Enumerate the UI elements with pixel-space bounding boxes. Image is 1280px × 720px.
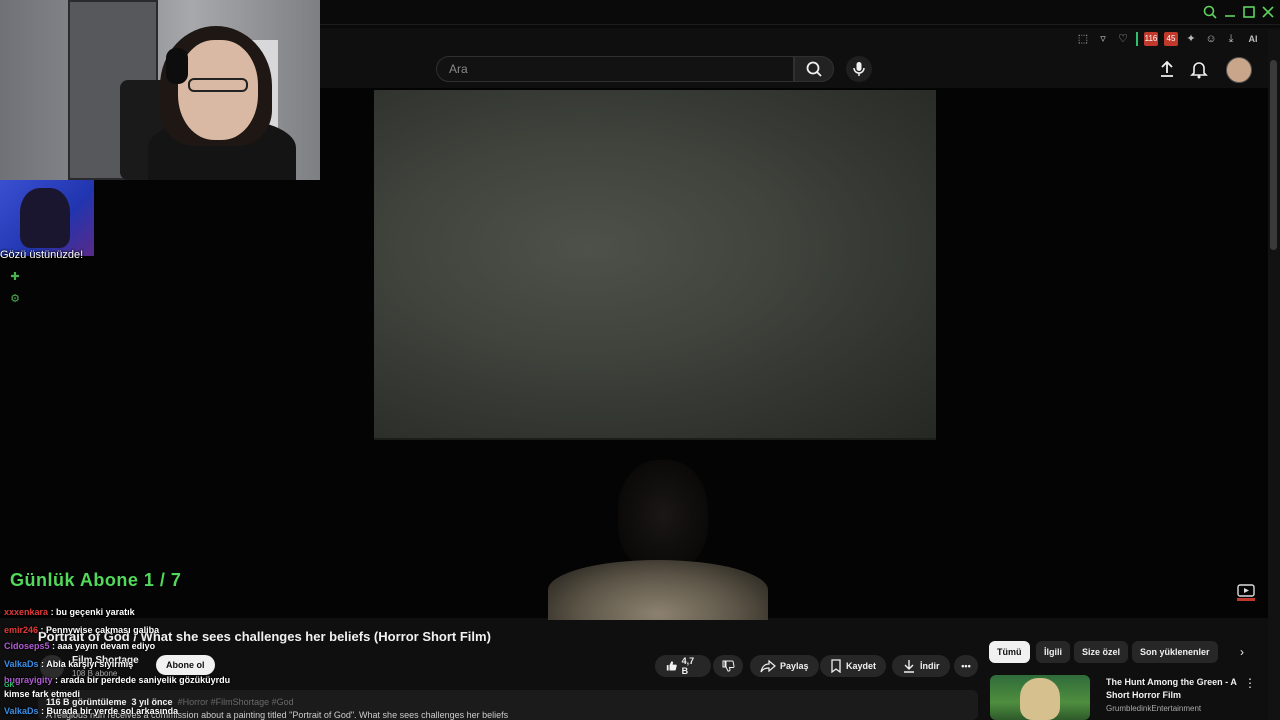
- scrollbar-thumb[interactable]: [1270, 60, 1277, 250]
- chat-message: emir246 : Pennywise çakması galiba: [4, 625, 160, 635]
- chat-message: ValkaDs : Abla karşıyı sıyırmış: [4, 659, 134, 669]
- chat-message: Cidoseps5 : aaa yayın devam ediyo: [4, 641, 156, 651]
- avatar-caption: Gözü üstünüzde!: [0, 249, 84, 261]
- maximize-icon[interactable]: [1241, 4, 1257, 20]
- chat-message: xxxenkara : bu geçenki yaratık: [4, 607, 135, 617]
- extension-divider: [1136, 32, 1138, 46]
- chat-message: GK: [4, 682, 15, 689]
- share-icon: [760, 659, 776, 673]
- chip-all[interactable]: Tümü: [989, 641, 1030, 663]
- download-icon[interactable]: ⤓: [1224, 32, 1238, 46]
- ai-extension-icon[interactable]: AI: [1244, 32, 1262, 46]
- webcam-headphones: [166, 48, 188, 84]
- more-horizontal-icon: •••: [961, 661, 971, 671]
- recommendation-title[interactable]: The Hunt Among the Green - A Short Horro…: [1106, 676, 1238, 702]
- puzzle-icon[interactable]: ✚: [8, 270, 22, 284]
- subscribe-button[interactable]: Abone ol: [156, 655, 215, 675]
- profile-icon[interactable]: ☺: [1204, 32, 1218, 46]
- recommendation-thumbnail-character: [1020, 678, 1060, 720]
- like-button[interactable]: 4,7 B: [655, 655, 711, 677]
- notifications-button[interactable]: [1188, 58, 1210, 80]
- upload-icon: [1161, 60, 1173, 77]
- bell-icon: [1190, 62, 1208, 79]
- badge-extension-2-icon[interactable]: 45: [1164, 32, 1178, 46]
- download-icon: [904, 660, 914, 673]
- channel-watermark-icon[interactable]: [1236, 582, 1256, 602]
- webcam-person-glasses: [188, 78, 248, 92]
- bookmark-icon: [831, 659, 841, 673]
- thumbs-up-icon: [666, 661, 677, 671]
- recommendation-channel[interactable]: GrumbledinkEntertainment: [1106, 704, 1201, 713]
- chat-message: ValkaDs : Burada bir yerde sol arkasında: [4, 706, 179, 716]
- extension-toolbar: ⬚ ▿ ♡ 116 45 ✦ ☺ ⤓ AI ≡: [1076, 30, 1280, 48]
- search-icon[interactable]: [1202, 4, 1218, 20]
- download-label: İndir: [920, 661, 940, 671]
- chevron-right-icon[interactable]: ›: [1234, 644, 1250, 660]
- thumbs-down-icon: [722, 660, 735, 672]
- more-vertical-icon[interactable]: ⋮: [1244, 676, 1256, 690]
- user-avatar[interactable]: [1226, 57, 1252, 83]
- search-icon: [806, 61, 822, 77]
- more-actions-button[interactable]: •••: [954, 655, 978, 677]
- minimize-icon[interactable]: [1222, 4, 1238, 20]
- hashtags[interactable]: #Horror #FilmShortage #God: [178, 697, 294, 707]
- search-button[interactable]: [794, 56, 834, 82]
- chat-message: kimse fark etmedi: [4, 689, 81, 699]
- microphone-icon: [853, 62, 865, 76]
- daily-subscriber-counter: Günlük Abone 1 / 7: [10, 570, 182, 590]
- chip-for-you[interactable]: Size özel: [1074, 641, 1129, 663]
- upload-button[interactable]: [1156, 58, 1178, 80]
- download-button[interactable]: İndir: [892, 655, 950, 677]
- video-frame-figure-head: [618, 460, 708, 570]
- stream-avatar-figure: [20, 188, 70, 248]
- save-label: Kaydet: [846, 661, 877, 671]
- badge-extension-icon[interactable]: 116: [1144, 32, 1158, 46]
- save-button[interactable]: Kaydet: [820, 655, 887, 677]
- share-button[interactable]: Paylaş: [750, 655, 819, 677]
- like-count: 4,7 B: [681, 656, 695, 676]
- chat-message: bugrayigity : arada bir perdede saniyeli…: [4, 675, 231, 685]
- gear-icon[interactable]: ⚙: [8, 292, 22, 306]
- heart-icon[interactable]: ♡: [1116, 32, 1130, 46]
- pocket-icon[interactable]: ▿: [1096, 32, 1110, 46]
- screenshot-icon[interactable]: ⬚: [1076, 32, 1090, 46]
- voice-search-button[interactable]: [846, 56, 872, 82]
- close-icon[interactable]: [1260, 4, 1276, 20]
- streamer-webcam: [0, 0, 320, 180]
- puzzle-icon[interactable]: ✦: [1184, 32, 1198, 46]
- chip-related[interactable]: İlgili: [1036, 641, 1070, 663]
- dislike-button[interactable]: [713, 655, 743, 677]
- video-frame-figure-shoulders: [548, 560, 768, 620]
- share-label: Paylaş: [780, 661, 809, 671]
- video-frame-wall: [374, 90, 936, 440]
- chip-recently-uploaded[interactable]: Son yüklenenler: [1132, 641, 1218, 663]
- search-input[interactable]: Ara: [436, 56, 794, 82]
